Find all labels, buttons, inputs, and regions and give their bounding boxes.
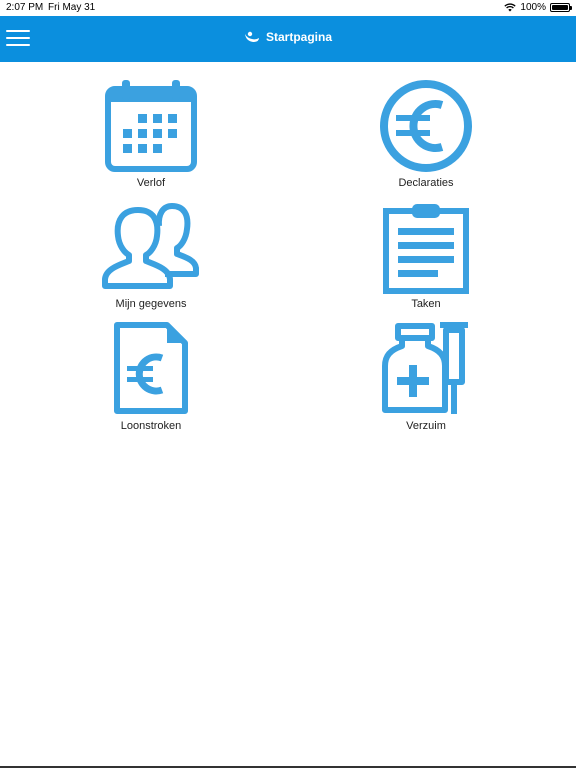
tile-label: Loonstroken [120, 420, 182, 432]
calendar-icon [105, 80, 197, 172]
navigation-bar: Startpagina [0, 16, 576, 62]
wifi-icon [504, 3, 517, 12]
status-time: 2:07 PM [6, 2, 44, 13]
tile-label: Verlof [136, 177, 166, 189]
battery-percent: 100% [520, 2, 546, 13]
euro-coin-icon [380, 80, 472, 172]
status-right: 100% [504, 2, 572, 13]
tile-label: Taken [411, 298, 441, 310]
status-bar: 2:07 PM Fri May 31 100% [0, 0, 576, 16]
status-date: Fri May 31 [48, 2, 96, 13]
battery-icon [550, 3, 572, 12]
medicine-icon [382, 322, 468, 414]
tile-mijn-gegevens[interactable]: Mijn gegevens [71, 198, 231, 314]
app-logo-icon [244, 31, 259, 42]
tile-verlof[interactable]: Verlof [71, 78, 231, 194]
page-title: Startpagina [0, 30, 576, 44]
tile-taken[interactable]: Taken [346, 198, 506, 314]
tile-label: Mijn gegevens [115, 298, 187, 310]
tile-declaraties[interactable]: Declaraties [346, 78, 506, 194]
people-icon [102, 203, 199, 289]
tile-label: Declaraties [398, 177, 454, 189]
tile-verzuim[interactable]: Verzuim [346, 320, 506, 436]
menu-line [6, 44, 30, 46]
tile-label: Verzuim [406, 420, 446, 432]
euro-document-icon [114, 322, 188, 414]
clipboard-icon [383, 204, 469, 294]
page-title-text: Startpagina [265, 30, 332, 44]
tile-loonstroken[interactable]: Loonstroken [71, 320, 231, 436]
